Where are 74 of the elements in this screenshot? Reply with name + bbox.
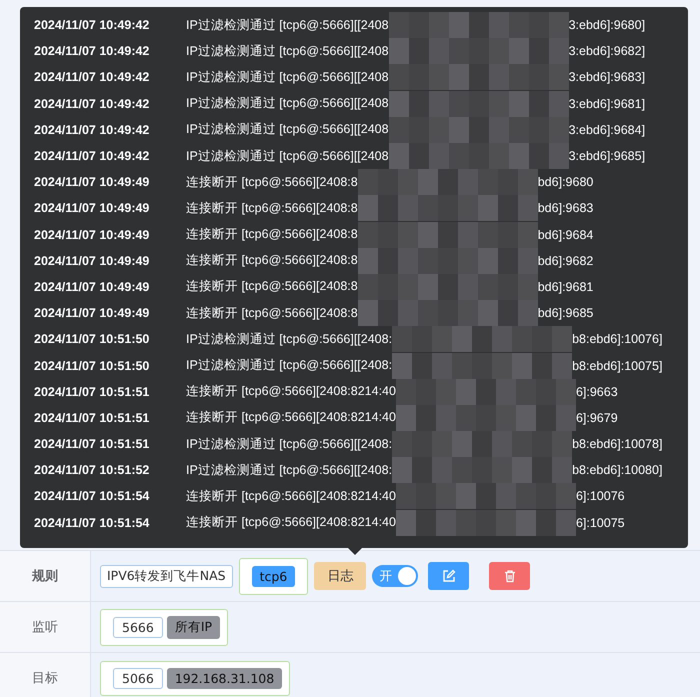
log-time: 2024/11/07 10:49:49 — [34, 280, 150, 294]
log-time: 2024/11/07 10:51:54 — [34, 489, 150, 504]
trash-icon — [502, 569, 517, 583]
log-time: 2024/11/07 10:51:52 — [34, 463, 150, 478]
log-message: IP过滤检测通过 [tcp6@:5666][[2408: — [186, 436, 392, 453]
log-message: IP过滤检测通过 [tcp6@:5666][[2408: — [186, 357, 392, 374]
log-message: 6]:10075 — [576, 516, 625, 530]
log-time: 2024/11/07 10:49:49 — [34, 306, 150, 320]
log-time: 2024/11/07 10:51:54 — [34, 516, 150, 530]
log-message: IP过滤检测通过 [tcp6@:5666][[2408: — [186, 462, 392, 479]
log-message: IP过滤检测通过 [tcp6@:5666][[2408 — [186, 148, 389, 165]
log-message: b8:ebd6]:10080] — [572, 463, 662, 478]
log-time: 2024/11/07 10:49:42 — [34, 44, 150, 58]
log-message: bd6]:9683 — [538, 201, 594, 216]
log-time: 2024/11/07 10:51:50 — [34, 332, 150, 346]
log-message: 连接断开 [tcp6@:5666][2408:8 — [186, 226, 358, 244]
log-message: bd6]:9680 — [538, 175, 594, 190]
log-time: 2024/11/07 10:51:51 — [34, 384, 150, 399]
log-message: 连接断开 [tcp6@:5666][2408:8214:40 — [186, 383, 396, 400]
log-message: 3:ebd6]:9680] — [568, 18, 646, 32]
log-message: IP过滤检测通过 [tcp6@:5666][[2408 — [186, 68, 389, 86]
log-message: 连接断开 [tcp6@:5666][2408:8 — [186, 252, 358, 270]
row-label: 监听 — [0, 602, 91, 652]
log-message: 连接断开 [tcp6@:5666][2408:8214:40 — [186, 488, 396, 505]
log-message: bd6]:9682 — [538, 254, 594, 268]
address-tag: 所有IP — [166, 616, 220, 638]
log-message: 连接断开 [tcp6@:5666][2408:8214:40 — [186, 514, 396, 532]
address-tag: 192.168.31.108 — [166, 668, 282, 688]
log-message: 6]:10076 — [576, 489, 625, 504]
log-message: IP过滤检测通过 [tcp6@:5666][[2408: — [186, 330, 392, 348]
log-time: 2024/11/07 10:49:49 — [34, 201, 150, 216]
log-message: bd6]:9685 — [538, 306, 594, 320]
log-message: 3:ebd6]:9684] — [568, 122, 646, 137]
log-time: 2024/11/07 10:49:49 — [34, 254, 150, 268]
row-label: 规则 — [0, 551, 91, 601]
log-time: 2024/11/07 10:49:42 — [34, 18, 150, 32]
log-time: 2024/11/07 10:51:51 — [34, 437, 150, 452]
log-message: 6]:9679 — [576, 410, 618, 425]
log-message: 连接断开 [tcp6@:5666][2408:8 — [186, 200, 358, 217]
name-field[interactable]: IPV6转发到飞牛NAS — [100, 564, 233, 588]
log-time: 2024/11/07 10:49:49 — [34, 175, 150, 190]
log-message: IP过滤检测通过 [tcp6@:5666][[2408 — [186, 95, 389, 112]
log-time: 2024/11/07 10:49:42 — [34, 70, 150, 84]
log-message: IP过滤检测通过 [tcp6@:5666][[2408 — [186, 42, 389, 60]
log-message: 连接断开 [tcp6@:5666][2408:8 — [186, 174, 358, 191]
log-time: 2024/11/07 10:51:50 — [34, 358, 150, 373]
log-message: 连接断开 [tcp6@:5666][2408:8 — [186, 278, 358, 296]
log-message: 3:ebd6]:9683] — [568, 70, 646, 84]
log-time: 2024/11/07 10:49:49 — [34, 228, 150, 242]
port-field[interactable]: 5066 — [113, 668, 163, 688]
row-label: 目标 — [0, 653, 91, 697]
protocol-tag[interactable]: tcp6 — [252, 566, 296, 586]
log-message: 3:ebd6]:9685] — [568, 149, 646, 164]
log-message: 3:ebd6]:9681] — [568, 96, 646, 111]
log-message: b8:ebd6]:10078] — [572, 437, 662, 452]
log-message: b8:ebd6]:10075] — [572, 358, 662, 373]
log-message: 3:ebd6]:9682] — [568, 44, 646, 58]
log-time: 2024/11/07 10:49:42 — [34, 149, 150, 164]
log-time: 2024/11/07 10:49:42 — [34, 96, 150, 111]
log-message: bd6]:9681 — [538, 280, 594, 294]
edit-button[interactable] — [428, 562, 470, 590]
log-message: 连接断开 [tcp6@:5666][2408:8 — [186, 304, 358, 322]
port-field[interactable]: 5666 — [113, 616, 163, 638]
log-time: 2024/11/07 10:51:51 — [34, 410, 150, 425]
log-message: IP过滤检测通过 [tcp6@:5666][[2408 — [186, 121, 389, 138]
log-message: IP过滤检测通过 [tcp6@:5666][[2408 — [186, 16, 389, 34]
log-message: 6]:9663 — [576, 384, 618, 399]
delete-button[interactable] — [489, 562, 530, 590]
log-button[interactable]: 日志 — [314, 562, 366, 590]
log-time: 2024/11/07 10:49:42 — [34, 122, 150, 137]
log-message: b8:ebd6]:10076] — [572, 332, 662, 346]
edit-icon — [442, 569, 456, 583]
log-message: 连接断开 [tcp6@:5666][2408:8214:40 — [186, 409, 396, 426]
log-message: bd6]:9684 — [538, 228, 594, 242]
